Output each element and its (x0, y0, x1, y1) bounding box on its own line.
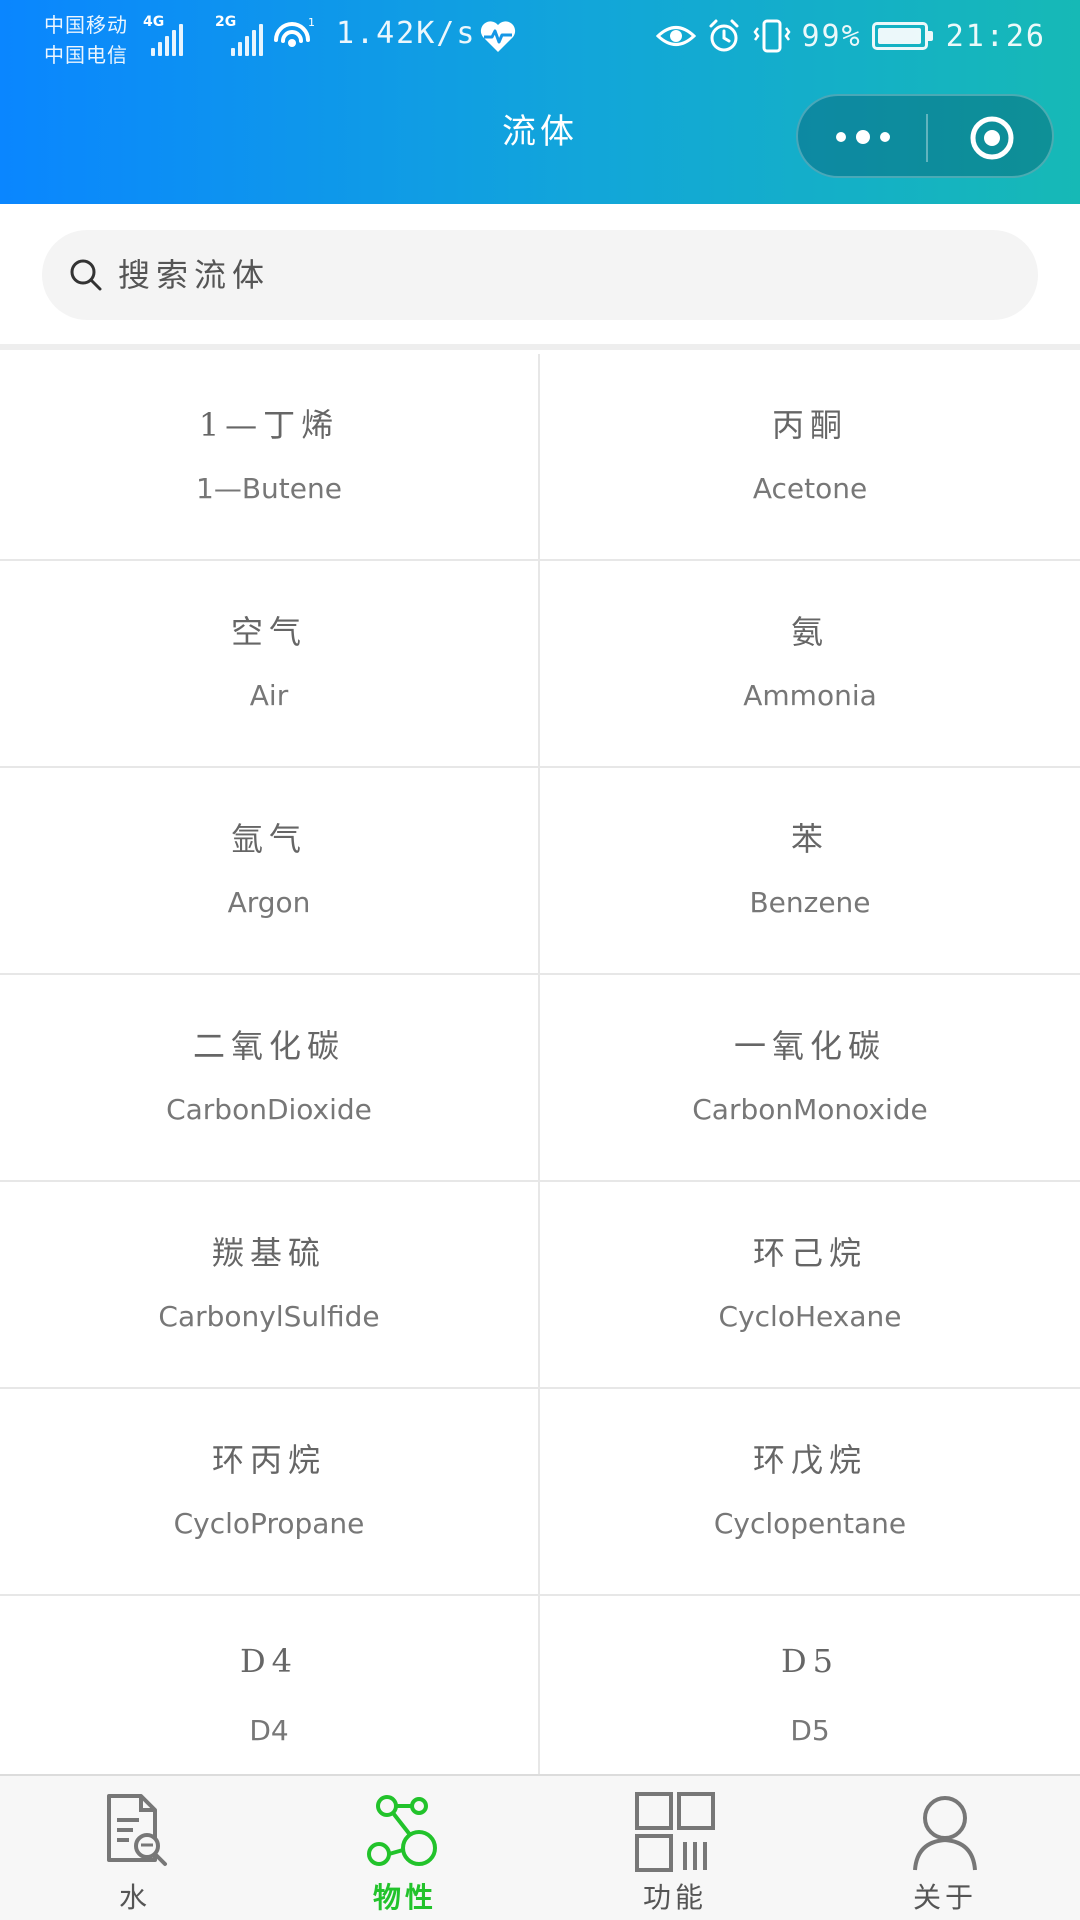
fluid-name-cn: 环丙烷 (211, 1441, 326, 1479)
battery-fill (877, 28, 922, 44)
search-box[interactable] (42, 230, 1038, 320)
fluid-name-en: CarbonMonoxide (692, 1093, 928, 1126)
fluid-name-cn: 苯 (790, 820, 829, 858)
search-icon (70, 259, 102, 291)
fluid-item[interactable]: 氨 Ammonia (540, 561, 1080, 768)
vibrate-icon (752, 19, 791, 53)
battery-percent: 99% (801, 18, 862, 54)
dot-icon (856, 130, 870, 144)
status-bar: 中国移动 中国电信 4G 2G 1 1.42K/s 99% 21:26 (0, 0, 1080, 80)
tab-label: 关于 (912, 1881, 977, 1914)
hotspot-icon: 1 (274, 16, 314, 47)
fluid-name-cn: 氨 (790, 613, 829, 651)
grid-icon (635, 1792, 715, 1872)
fluid-name-en: Acetone (752, 472, 868, 505)
fluid-name-cn: D4 (239, 1642, 298, 1680)
fluid-item[interactable]: 丙酮 Acetone (540, 354, 1080, 561)
fluid-item[interactable]: 氩气 Argon (0, 768, 540, 975)
signal-2g-icon: 2G (215, 14, 267, 56)
fluid-name-cn: D5 (780, 1642, 839, 1680)
net-4g-label: 4G (143, 14, 165, 30)
search-input[interactable] (118, 245, 1038, 305)
tab-properties[interactable]: 物性 (270, 1776, 540, 1920)
fluid-name-cn: 空气 (230, 613, 307, 651)
carrier-2: 中国电信 (44, 43, 128, 67)
fluid-name-en: Air (249, 679, 289, 712)
fluid-grid: 1—丁烯 1—Butene 丙酮 Acetone 空气 Air 氨 Ammonia 氩气 Argo… (0, 354, 1080, 1774)
fluid-item[interactable]: 环丙烷 CycloPropane (0, 1389, 540, 1596)
net-2g-label: 2G (215, 14, 237, 30)
fluid-name-en: CycloPropane (173, 1507, 365, 1540)
fluid-name-en: Ammonia (743, 679, 877, 712)
fluid-name-en: D5 (790, 1714, 830, 1747)
fluid-item[interactable]: D4 D4 (0, 1596, 540, 1774)
molecule-icon (367, 1795, 437, 1866)
tab-water[interactable]: 水 (0, 1776, 270, 1920)
tab-functions[interactable]: 功能 (540, 1776, 810, 1920)
battery-icon (871, 22, 933, 50)
signal-4g-icon: 4G (143, 14, 187, 56)
fluid-item[interactable]: 二氧化碳 CarbonDioxide (0, 975, 540, 1182)
fluid-name-cn: 羰基硫 (211, 1234, 326, 1272)
fluid-item[interactable]: D5 D5 (540, 1596, 1080, 1774)
network-speed: 1.42K/s (336, 16, 477, 51)
fluid-name-cn: 氩气 (230, 820, 307, 858)
clock: 21:26 (945, 18, 1046, 54)
more-options-button[interactable] (836, 122, 890, 152)
hotspot-badge: 1 (308, 16, 314, 29)
fluid-item[interactable]: 羰基硫 CarbonylSulfide (0, 1182, 540, 1389)
fluid-name-en: D4 (249, 1714, 289, 1747)
user-icon (913, 1796, 977, 1871)
fluid-name-en: 1—Butene (196, 472, 342, 505)
fluid-item[interactable]: 苯 Benzene (540, 768, 1080, 975)
fluid-name-cn: 环己烷 (752, 1234, 867, 1272)
fluid-name-en: CycloHexane (718, 1300, 902, 1333)
fluid-item[interactable]: 环己烷 CycloHexane (540, 1182, 1080, 1389)
fluid-name-en: Cyclopentane (713, 1507, 907, 1540)
eye-icon (655, 26, 696, 46)
fluid-name-cn: 环戊烷 (752, 1441, 867, 1479)
tab-about[interactable]: 关于 (810, 1776, 1080, 1920)
fluid-name-cn: 二氧化碳 (192, 1027, 345, 1065)
fluid-name-cn: 一氧化碳 (733, 1027, 886, 1065)
fluid-name-cn: 丙酮 (771, 406, 848, 444)
fluid-item[interactable]: 环戊烷 Cyclopentane (540, 1389, 1080, 1596)
status-right: 99% 21:26 (655, 14, 1047, 58)
capsule-divider (926, 114, 928, 162)
miniprogram-capsule (796, 94, 1054, 178)
tab-bar: 水 物性 功能 关于 (0, 1774, 1080, 1920)
tab-label: 水 (118, 1881, 151, 1914)
fluid-name-en: Argon (227, 886, 311, 919)
tab-label: 物性 (372, 1881, 437, 1914)
fluid-name-en: CarbonDioxide (166, 1093, 372, 1126)
fluid-item[interactable]: 1—丁烯 1—Butene (0, 354, 540, 561)
fluid-item[interactable]: 一氧化碳 CarbonMonoxide (540, 975, 1080, 1182)
search-area (0, 204, 1080, 350)
signal-indicators: 4G 2G (143, 14, 267, 56)
close-miniprogram-icon[interactable] (968, 114, 1016, 162)
carrier-1: 中国移动 (44, 13, 128, 37)
heart-icon (480, 21, 516, 52)
fluid-name-en: CarbonylSulfide (158, 1300, 380, 1333)
carrier-labels: 中国移动 中国电信 (44, 10, 128, 70)
fluid-item[interactable]: 空气 Air (0, 561, 540, 768)
dot-icon (880, 132, 890, 142)
alarm-icon (709, 19, 738, 52)
app-screen: 中国移动 中国电信 4G 2G 1 1.42K/s 99% 21:26 流体 搜… (0, 0, 1080, 1920)
fluid-name-cn: 1—丁烯 (198, 406, 340, 444)
fluid-name-en: Benzene (749, 886, 871, 919)
header: 中国移动 中国电信 4G 2G 1 1.42K/s 99% 21:26 流体 (0, 0, 1080, 204)
document-search-icon (107, 1794, 167, 1866)
tab-label: 功能 (642, 1881, 707, 1914)
dot-icon (836, 132, 846, 142)
